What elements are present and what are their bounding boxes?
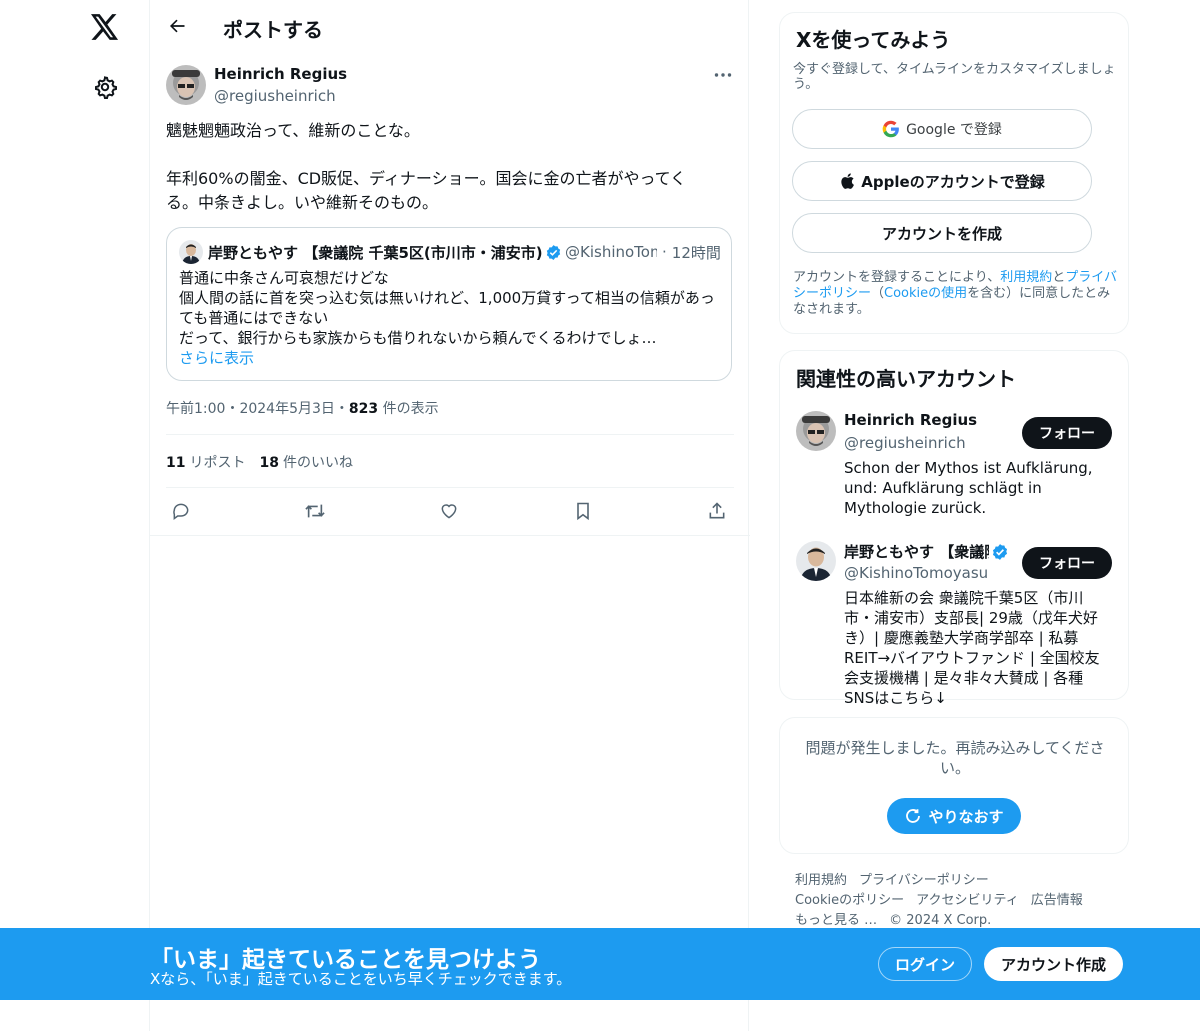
post-author-handle[interactable]: @regiusheinrich (214, 87, 336, 105)
post-stats: 11 リポスト 18 件のいいね (166, 452, 353, 472)
login-button[interactable]: ログイン (878, 947, 972, 981)
post-actions (166, 498, 734, 524)
footer-ads-link[interactable]: 広告情報 (1031, 893, 1083, 908)
divider (166, 434, 734, 435)
reply-icon[interactable] (168, 498, 194, 524)
arrow-left-icon[interactable] (164, 13, 190, 39)
post-text-line: る。中条きよし。いや維新そのもの。 (166, 193, 439, 212)
create-account-button[interactable]: アカウントを作成 (792, 213, 1092, 253)
left-nav (0, 0, 150, 1031)
post-timestamp[interactable]: 午前1:00・2024年5月3日・ (166, 401, 349, 417)
verified-badge-icon (992, 544, 1008, 560)
x-logo-icon[interactable] (89, 11, 121, 43)
account-handle[interactable]: @KishinoTomoyasu (844, 564, 988, 582)
show-more-link[interactable]: さらに表示 (179, 348, 724, 368)
quote-author-name: 岸野ともやす 【衆議院 千葉5区(市川市・浦安市)】 (208, 243, 542, 262)
apple-signup-button[interactable]: Appleのアカウントで登録 (792, 161, 1092, 201)
account-bio: 日本維新の会 衆議院千葉5区（市川市・浦安市）支部長| 29歳（戊年犬好き）| … (844, 589, 1100, 707)
account-avatar[interactable] (796, 541, 836, 581)
account-handle[interactable]: @regiusheinrich (844, 434, 966, 452)
main-column: ポストする Heinrich Regius @regiusheinrich 魑魅… (149, 0, 750, 1031)
bookmark-icon[interactable] (570, 498, 596, 524)
signup-card: Xを使ってみよう 今すぐ登録して、タイムラインをカスタマイズしましょう。 Goo… (779, 12, 1129, 334)
signup-card-subtitle: 今すぐ登録して、タイムラインをカスタマイズしましょう。 (793, 62, 1116, 92)
refresh-icon (906, 809, 921, 823)
quote-line: ても普通にはできない (179, 309, 329, 327)
views-count: 823 (348, 401, 379, 417)
divider (150, 535, 750, 536)
terms-link[interactable]: 利用規約 (1000, 270, 1052, 285)
account-avatar[interactable] (796, 411, 836, 451)
more-options-icon[interactable] (712, 66, 734, 84)
quote-time: 12時間 (671, 243, 721, 262)
quote-header: 岸野ともやす 【衆議院 千葉5区(市川市・浦安市)】 @KishinoTomoy… (208, 243, 721, 262)
footer-copyright: © 2024 X Corp. (889, 913, 992, 928)
account-name[interactable]: Heinrich Regius (844, 411, 1014, 429)
signup-legal-text: アカウントを登録することにより、利用規約とプライバシーポリシー（Cookieの使… (793, 270, 1118, 317)
google-signup-button[interactable]: Google で登録 (792, 109, 1092, 149)
post-meta: 午前1:00・2024年5月3日・823 件の表示 (166, 398, 439, 418)
views-label: 件の表示 (378, 401, 439, 417)
likes-label: 件のいいね (282, 455, 353, 471)
reposts-stat[interactable]: 11 リポスト (166, 452, 245, 472)
likes-stat[interactable]: 18 件のいいね (259, 452, 352, 472)
footer-privacy-link[interactable]: プライバシーポリシー (859, 873, 989, 888)
quoted-post[interactable]: 岸野ともやす 【衆議院 千葉5区(市川市・浦安市)】 @KishinoTomoy… (166, 227, 732, 381)
follow-button[interactable]: フォロー (1022, 417, 1112, 449)
top-bar: ポストする (150, 0, 750, 54)
google-signup-label: Google で登録 (906, 122, 1002, 138)
account-bio: Schon der Mythos ist Aufklärung, und: Au… (844, 459, 1093, 517)
error-message: 問題が発生しました。再読み込みしてください。 (805, 739, 1105, 777)
likes-count: 18 (259, 455, 279, 471)
repost-icon[interactable] (302, 498, 328, 524)
share-icon[interactable] (704, 498, 730, 524)
post-text-line: 年利60%の闇金、CD販促、ディナーショー。国会に金の亡者がやってく (166, 169, 687, 188)
footer-accessibility-link[interactable]: アクセシビリティ (916, 893, 1019, 908)
bottom-signup-banner: 「いま」起きていることを見つけよう Xなら、「いま」起きていることをいち早くチェ… (0, 928, 1200, 1000)
apple-signup-label: Appleのアカウントで登録 (861, 172, 1045, 191)
footer-terms-link[interactable]: 利用規約 (795, 873, 847, 888)
page-title: ポストする (223, 18, 323, 42)
quote-line: だって、銀行からも家族からも借りれないから頼んでくるわけでしょ… (179, 329, 657, 347)
post-text: 魑魅魍魎政治って、維新のことな。 年利60%の闇金、CD販促、ディナーショー。国… (166, 119, 726, 215)
post-author-name[interactable]: Heinrich Regius (214, 65, 347, 83)
footer-more-link[interactable]: もっと見る … (795, 913, 877, 928)
error-card: 問題が発生しました。再読み込みしてください。 やりなおす (779, 717, 1129, 854)
follow-button[interactable]: フォロー (1022, 547, 1112, 579)
apple-icon (841, 173, 855, 189)
quote-body: 普通に中条さん可哀想だけどな 個人間の話に首を突っ込む気は無いけれど、1,000… (179, 268, 724, 368)
related-accounts-title: 関連性の高いアカウント (796, 367, 1016, 391)
google-icon (882, 120, 899, 138)
footer-cookie-link[interactable]: Cookieのポリシー (795, 893, 904, 908)
like-heart-icon[interactable] (436, 498, 462, 524)
retry-button[interactable]: やりなおす (887, 798, 1021, 834)
quote-line: 普通に中条さん可哀想だけどな (179, 269, 389, 287)
signup-card-title: Xを使ってみよう (796, 28, 951, 52)
account-name[interactable]: 岸野ともやす 【衆議院 (844, 541, 989, 562)
quote-author-handle: @KishinoTomoyasu (565, 243, 657, 261)
signup-button[interactable]: アカウント作成 (984, 947, 1123, 981)
cookie-use-link[interactable]: Cookieの使用 (884, 286, 967, 301)
divider (166, 487, 734, 488)
quote-line: 個人間の話に首を突っ込む気は無いけれど、1,000万貸すって相当の信頼があっ (179, 289, 715, 307)
settings-gear-icon[interactable] (91, 73, 119, 101)
post-author-avatar[interactable] (166, 65, 206, 105)
related-accounts-card: 関連性の高いアカウント Heinrich Regius @regiusheinr… (779, 350, 1129, 707)
footer-links: 利用規約 プライバシーポリシー Cookieのポリシー アクセシビリティ 広告情報 も… (795, 871, 1125, 931)
post-text-line: 魑魅魍魎政治って、維新のことな。 (166, 121, 420, 140)
verified-badge-icon (545, 244, 562, 261)
quote-author-avatar (179, 240, 203, 264)
banner-subtitle: Xなら、「いま」起きていることをいち早くチェックできます。 (150, 970, 572, 988)
reposts-label: リポスト (189, 455, 246, 471)
retry-label: やりなおす (928, 807, 1004, 826)
reposts-count: 11 (166, 455, 186, 471)
